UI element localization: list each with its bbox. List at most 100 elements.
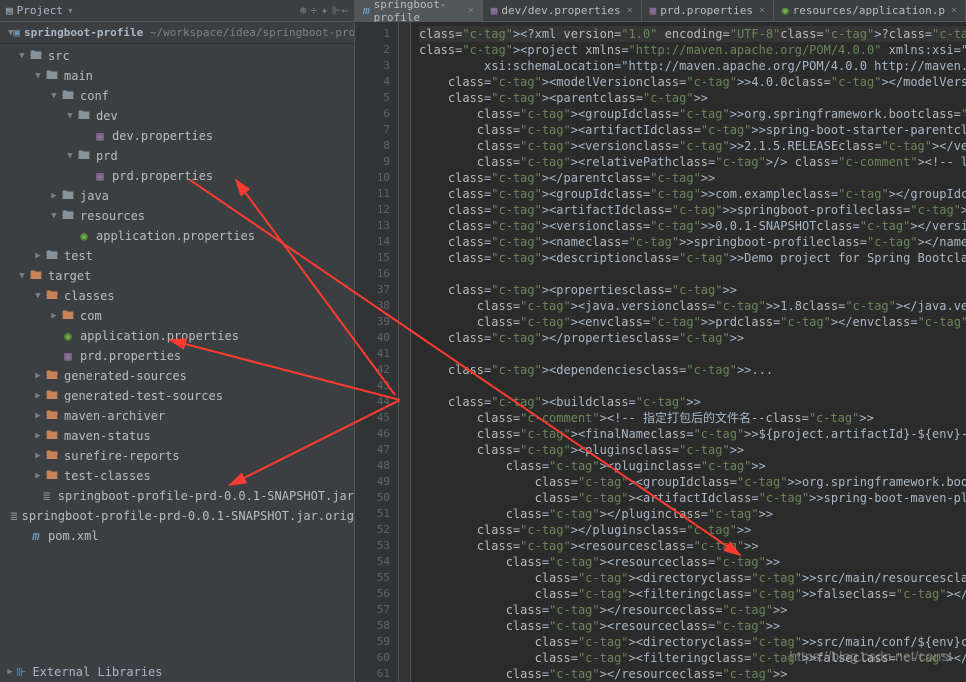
tree-item[interactable]: ▼🖿target [0,266,354,286]
editor-tab[interactable]: ▦prd.properties× [642,0,774,21]
code-line[interactable]: class="c-tag"><artifactIdclass="c-tag">>… [419,122,966,138]
tree-item[interactable]: ▼🖿src [0,46,354,66]
collapse-icon[interactable]: ÷ [311,4,318,17]
code-line[interactable] [419,266,966,282]
tree-arrow-icon[interactable]: ▼ [32,71,44,81]
tree-item[interactable]: ▦prd.properties [0,166,354,186]
tree-item[interactable]: ▼🖿conf [0,86,354,106]
code-line[interactable] [419,346,966,362]
close-icon[interactable]: × [627,5,633,16]
code-line[interactable]: class="c-tag"><pluginsclass="c-tag">> [419,442,966,458]
tree-item[interactable]: ▶🖿generated-sources [0,366,354,386]
tree-item[interactable]: mpom.xml [0,526,354,546]
tree-item[interactable]: ▼🖿classes [0,286,354,306]
tree-item[interactable]: ▼🖿resources [0,206,354,226]
hide-icon[interactable]: ⊩← [332,4,348,17]
code-line[interactable]: class="c-tag"><pluginclass="c-tag">> [419,458,966,474]
code-line[interactable]: class="c-comment"><!-- 指定打包后的文件名--class=… [419,410,966,426]
code-line[interactable]: class="c-tag"><propertiesclass="c-tag">> [419,282,966,298]
code-line[interactable]: class="c-tag"><resourcesclass="c-tag">> [419,538,966,554]
tree-arrow-icon[interactable]: ▶ [32,471,44,481]
tree-arrow-icon[interactable]: ▼ [48,211,60,221]
code-line[interactable]: class="c-tag"><groupIdclass="c-tag">>org… [419,106,966,122]
tree-arrow-icon[interactable]: ▶ [32,391,44,401]
code-line[interactable]: class="c-tag"><versionclass="c-tag">>2.1… [419,138,966,154]
editor-tab[interactable]: ◉resources/application.p× [774,0,966,21]
code-line[interactable]: xsi:schemaLocation="http://maven.apache.… [419,58,966,74]
code-line[interactable]: class="c-tag"></pluginclass="c-tag">> [419,506,966,522]
close-icon[interactable]: × [468,5,474,16]
tree-item[interactable]: ≣springboot-profile-prd-0.0.1-SNAPSHOT.j… [0,506,354,526]
code-line[interactable]: class="c-tag"><parentclass="c-tag">> [419,90,966,106]
tree-item[interactable]: ▶🖿surefire-reports [0,446,354,466]
code-line[interactable]: class="c-tag"><artifactIdclass="c-tag">>… [419,202,966,218]
tree-item[interactable]: ▶🖿maven-status [0,426,354,446]
editor-tab[interactable]: ▦dev/dev.properties× [483,0,642,21]
code-line[interactable]: class="c-tag"></resourceclass="c-tag">> [419,666,966,682]
tree-arrow-icon[interactable]: ▼ [64,151,76,161]
dropdown-arrow-icon[interactable]: ▾ [67,4,74,17]
code-line[interactable]: class="c-tag"><groupIdclass="c-tag">>com… [419,186,966,202]
tree-item-label: application.properties [80,329,239,343]
tree-arrow-icon[interactable]: ▼ [32,291,44,301]
code-line[interactable]: class="c-tag"><artifactIdclass="c-tag">>… [419,490,966,506]
project-tree[interactable]: ▼🖿src▼🖿main▼🖿conf▼🖿dev▦dev.properties▼🖿p… [0,44,354,662]
tree-arrow-icon[interactable]: ▶ [32,431,44,441]
code-line[interactable]: class="c-tag"><groupIdclass="c-tag">>org… [419,474,966,490]
code-line[interactable] [419,378,966,394]
tree-arrow-icon[interactable]: ▼ [16,271,28,281]
code-line[interactable]: class="c-tag"><finalNameclass="c-tag">>$… [419,426,966,442]
tree-item[interactable]: ▼🖿prd [0,146,354,166]
code-line[interactable]: class="c-tag"></resourceclass="c-tag">> [419,602,966,618]
project-icon: ▣ [13,26,20,39]
code-line[interactable]: class="c-tag"><?xml version="1.0" encodi… [419,26,966,42]
tree-item[interactable]: ◉application.properties [0,226,354,246]
tree-item[interactable]: ▼🖿main [0,66,354,86]
code-line[interactable]: class="c-tag"><resourceclass="c-tag">> [419,554,966,570]
close-icon[interactable]: × [951,5,957,16]
tree-item[interactable]: ≣springboot-profile-prd-0.0.1-SNAPSHOT.j… [0,486,354,506]
tree-arrow-icon[interactable]: ▶ [32,411,44,421]
tree-arrow-icon[interactable]: ▶ [48,191,60,201]
code-line[interactable]: class="c-tag"><envclass="c-tag">>prdclas… [419,314,966,330]
tree-item[interactable]: ▶🖿maven-archiver [0,406,354,426]
code-line[interactable]: class="c-tag"><relativePathclass="c-tag"… [419,154,966,170]
code-line[interactable]: class="c-tag"></pluginsclass="c-tag">> [419,522,966,538]
tree-arrow-icon[interactable]: ▼ [64,111,76,121]
tree-item[interactable]: ▦prd.properties [0,346,354,366]
code-line[interactable]: class="c-tag"><filteringclass="c-tag">>f… [419,586,966,602]
code-line[interactable]: class="c-tag"><resourceclass="c-tag">> [419,618,966,634]
tree-arrow-icon[interactable]: ▼ [48,91,60,101]
code-line[interactable]: class="c-tag"></propertiesclass="c-tag">… [419,330,966,346]
tree-arrow-icon[interactable]: ▶ [32,371,44,381]
code-line[interactable]: class="c-tag"><java.versionclass="c-tag"… [419,298,966,314]
code-line[interactable]: class="c-tag"><directoryclass="c-tag">>s… [419,570,966,586]
code-line[interactable]: class="c-tag"><dependenciesclass="c-tag"… [419,362,966,378]
editor-tab[interactable]: mspringboot-profile× [355,0,483,21]
tree-item[interactable]: ▶🖿generated-test-sources [0,386,354,406]
code-line[interactable]: class="c-tag"><project xmlns="http://mav… [419,42,966,58]
tree-item[interactable]: ▶🖿com [0,306,354,326]
code-line[interactable]: class="c-tag"><descriptionclass="c-tag">… [419,250,966,266]
locate-icon[interactable]: ⊕ [300,4,307,17]
tree-arrow-icon[interactable]: ▼ [16,51,28,61]
tree-arrow-icon[interactable]: ▶ [32,451,44,461]
code-line[interactable]: class="c-tag"></parentclass="c-tag">> [419,170,966,186]
settings-icon[interactable]: ✦ [321,4,328,17]
code-line[interactable]: class="c-tag"><versionclass="c-tag">>0.0… [419,218,966,234]
code-line[interactable]: class="c-tag"><nameclass="c-tag">>spring… [419,234,966,250]
tree-item[interactable]: ▶🖿test [0,246,354,266]
tree-item-label: generated-test-sources [64,389,223,403]
close-icon[interactable]: × [759,5,765,16]
tree-arrow-icon[interactable]: ▶ [32,251,44,261]
external-libraries[interactable]: ▶ ⊪ External Libraries [0,662,354,682]
tree-item[interactable]: ◉application.properties [0,326,354,346]
tree-item[interactable]: ▶🖿test-classes [0,466,354,486]
code-editor[interactable]: class="c-tag"><?xml version="1.0" encodi… [411,22,966,682]
tree-item[interactable]: ▶🖿java [0,186,354,206]
tree-item[interactable]: ▦dev.properties [0,126,354,146]
tree-arrow-icon[interactable]: ▶ [48,311,60,321]
code-line[interactable]: class="c-tag"><buildclass="c-tag">> [419,394,966,410]
tree-item[interactable]: ▼🖿dev [0,106,354,126]
code-line[interactable]: class="c-tag"><modelVersionclass="c-tag"… [419,74,966,90]
